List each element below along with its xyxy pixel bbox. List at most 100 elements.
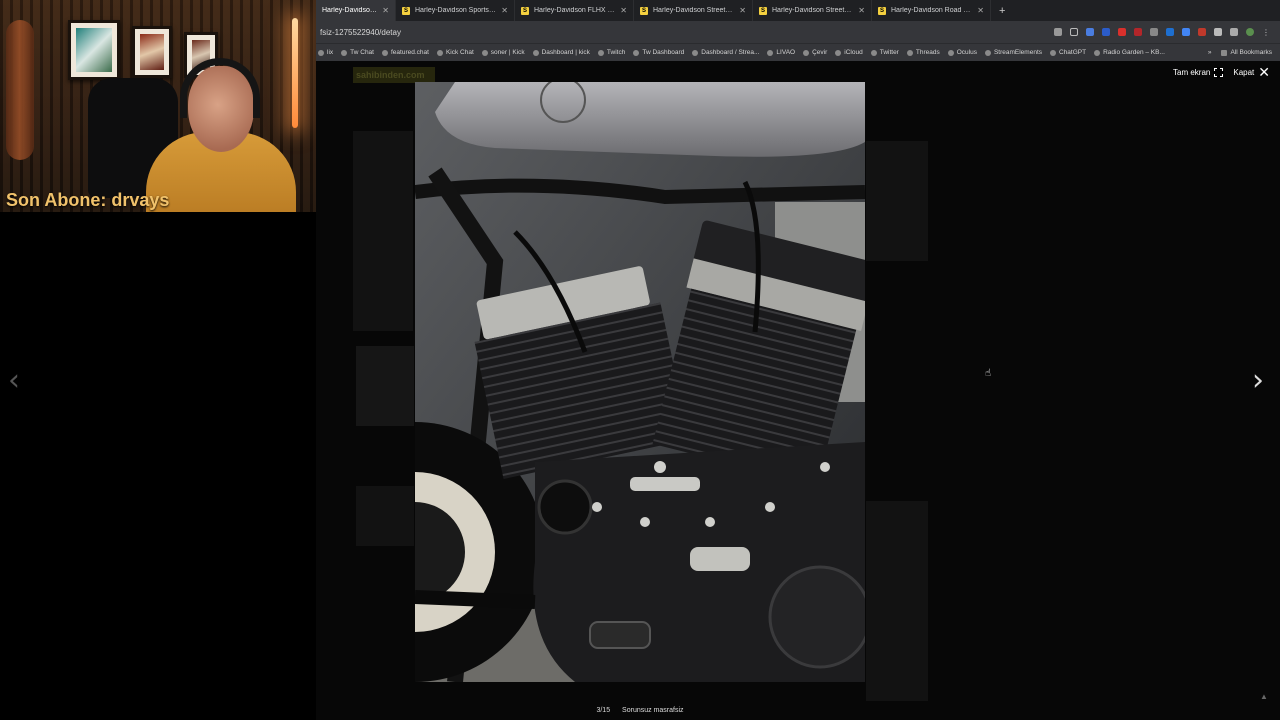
close-label: Kapat [1233, 67, 1255, 77]
address-bar: fsiz-1275522940/detay ⋮ [316, 21, 1280, 43]
browser-tab[interactable]: S Harley-Davidson Street Rod ✕ [634, 0, 753, 21]
translate-icon[interactable] [1182, 28, 1190, 36]
bookmark-favicon-icon [906, 49, 913, 56]
extension-icon[interactable] [1102, 28, 1110, 36]
bookmark-item[interactable]: Twitter [870, 49, 899, 56]
extension-icon[interactable] [1118, 28, 1126, 36]
wall-picture [132, 26, 172, 78]
puzzle-icon[interactable] [1230, 28, 1238, 36]
bookmark-item[interactable]: ChatGPT [1050, 49, 1086, 56]
browser-tab[interactable]: Harley-Davidson Sportster X ✕ [316, 0, 396, 21]
bookmark-favicon-icon [1094, 49, 1101, 56]
bookmark-star-icon[interactable] [1070, 28, 1078, 36]
new-tab-button[interactable]: + [991, 5, 1005, 17]
close-icon: ✕ [1258, 64, 1270, 80]
bookmark-label: Tw Dashboard [642, 49, 685, 56]
bookmarks-right: » All Bookmarks [1208, 49, 1278, 56]
ghost-block [353, 131, 413, 331]
browser-tab[interactable]: S Harley-Davidson FLHX Stree ✕ [515, 0, 634, 21]
bookmark-item[interactable]: Kick Chat [436, 49, 474, 56]
bookmark-item[interactable]: Tw Chat [341, 49, 374, 56]
bookmark-label: LIVAO [776, 49, 796, 56]
previous-photo-arrow-icon[interactable]: ‹ [8, 366, 20, 396]
tab-title: Harley-Davidson Street Rod [772, 7, 854, 14]
bookmark-item[interactable]: Oculus [947, 49, 977, 56]
tab-title: Harley-Davidson FLHX Stree [534, 7, 616, 14]
bookmark-favicon-icon [381, 49, 388, 56]
browser-tab[interactable]: S Harley-Davidson Sportster X ✕ [396, 0, 515, 21]
fullscreen-button[interactable]: Tam ekran [1173, 66, 1225, 78]
bookmark-item[interactable]: Twitch [597, 49, 625, 56]
bookmark-favicon-icon [436, 49, 443, 56]
extension-icon[interactable] [1150, 28, 1158, 36]
bookmark-favicon-icon [947, 49, 954, 56]
guitar-decor [6, 20, 34, 160]
last-subscriber-label: Son Abone: drvays [6, 190, 170, 210]
ghost-block [866, 141, 928, 261]
scroll-up-icon[interactable]: ▲ [1260, 692, 1268, 701]
extension-icon[interactable] [1198, 28, 1206, 36]
hand-cursor-icon: ☝ [985, 368, 992, 379]
close-lightbox-button[interactable]: Kapat ✕ [1233, 64, 1270, 80]
bookmark-favicon-icon [767, 49, 774, 56]
next-photo-arrow-icon[interactable]: › [1252, 366, 1264, 396]
close-tab-icon[interactable]: ✕ [858, 6, 865, 15]
bookmark-item[interactable]: Dashboard | kick [532, 49, 590, 56]
browser-tab[interactable]: S Harley-Davidson Street Rod ✕ [753, 0, 872, 21]
bookmark-label: Radio Garden – KB... [1103, 49, 1165, 56]
photo-counter: 3/15 [596, 707, 611, 714]
bookmark-item[interactable]: Tw Dashboard [633, 49, 684, 56]
close-tab-icon[interactable]: ✕ [501, 6, 508, 15]
bookmark-label: Tw Chat [350, 49, 374, 56]
extension-icon[interactable] [1134, 28, 1142, 36]
bookmark-favicon-icon [597, 49, 604, 56]
lamp-light [292, 18, 298, 128]
sahibinden-favicon-icon: S [521, 6, 529, 15]
bookmark-favicon-icon [835, 49, 842, 56]
fullscreen-label: Tam ekran [1173, 67, 1211, 77]
folder-icon [1221, 49, 1228, 56]
extension-icon[interactable] [1166, 28, 1174, 36]
profile-avatar-icon[interactable] [1246, 28, 1254, 36]
bookmark-item[interactable]: StreamElements [984, 49, 1042, 56]
close-tab-icon[interactable]: ✕ [382, 6, 389, 15]
bookmark-favicon-icon [803, 49, 810, 56]
bookmark-item[interactable]: soner | Kick [481, 49, 525, 56]
bookmark-favicon-icon [870, 49, 877, 56]
bookmark-item[interactable]: LIVAO [767, 49, 795, 56]
shield-icon[interactable] [1214, 28, 1222, 36]
close-tab-icon[interactable]: ✕ [977, 6, 984, 15]
tab-title: Harley-Davidson Street Rod [653, 7, 735, 14]
bookmark-favicon-icon [633, 49, 640, 56]
password-key-icon[interactable] [1054, 28, 1062, 36]
photo-description: Sorunsuz masrafsiz [622, 707, 684, 714]
bookmarks-overflow-icon[interactable]: » [1208, 49, 1212, 56]
bookmark-item[interactable]: iCloud [835, 49, 863, 56]
tab-title: Harley-Davidson Sportster X [415, 7, 497, 14]
bookmark-item[interactable]: featured.chat [381, 49, 429, 56]
bookmark-label: Kick Chat [445, 49, 474, 56]
listing-photo [415, 82, 865, 682]
bookmark-item[interactable]: Dashboard / Strea... [692, 49, 759, 56]
browser-tab[interactable]: S Harley-Davidson Road Glide ✕ [872, 0, 991, 21]
extension-icon[interactable] [1086, 28, 1094, 36]
bookmark-favicon-icon [692, 49, 699, 56]
close-tab-icon[interactable]: ✕ [739, 6, 746, 15]
close-tab-icon[interactable]: ✕ [620, 6, 627, 15]
bookmark-item[interactable]: Threads [906, 49, 940, 56]
bookmark-item[interactable]: Radio Garden – KB... [1094, 49, 1165, 56]
bookmark-label: Dashboard / Strea... [701, 49, 760, 56]
bookmark-favicon-icon [532, 49, 539, 56]
sahibinden-favicon-icon: S [640, 6, 648, 15]
site-logo: sahibinden.com [353, 67, 435, 83]
bookmark-item[interactable]: lix [318, 49, 333, 56]
all-bookmarks-button[interactable]: All Bookmarks [1221, 49, 1272, 56]
browser-tabbar: Harley-Davidson Sportster X ✕ S Harley-D… [316, 0, 1280, 21]
fullscreen-icon [1213, 66, 1225, 78]
tab-title: Harley-Davidson Road Glide [891, 7, 973, 14]
bookmark-item[interactable]: Çevir [803, 49, 827, 56]
url-field[interactable]: fsiz-1275522940/detay [320, 28, 1054, 37]
menu-dots-icon[interactable]: ⋮ [1262, 28, 1270, 37]
bookmark-favicon-icon [1050, 49, 1056, 56]
bookmark-label: ChatGPT [1059, 49, 1087, 56]
